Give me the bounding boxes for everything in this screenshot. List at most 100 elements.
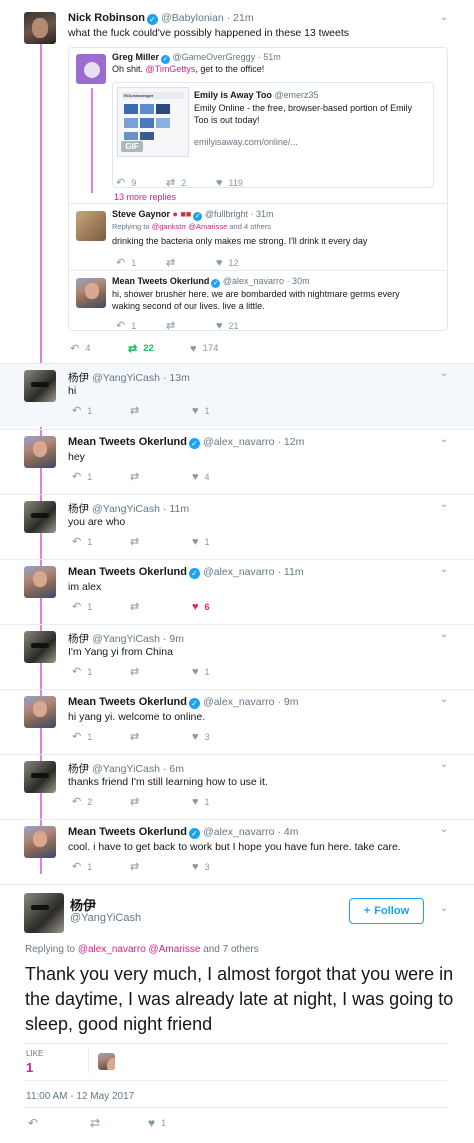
- author-name[interactable]: Mean Tweets Okerlund: [68, 826, 187, 838]
- inner-link[interactable]: emilyisaway.com/online/...: [194, 137, 298, 147]
- tweet-time[interactable]: · 9m: [163, 633, 184, 645]
- reply-button[interactable]: ↶ 1: [72, 470, 130, 483]
- author-name[interactable]: Greg Miller: [112, 52, 159, 62]
- author-handle[interactable]: @alex_navarro: [203, 696, 274, 708]
- like-button[interactable]: ♥ 1: [192, 666, 254, 678]
- tweet-time[interactable]: · 30m: [287, 276, 310, 286]
- author-name[interactable]: Steve Gaynor: [112, 209, 170, 219]
- like-button[interactable]: ♥ 119: [216, 177, 266, 189]
- tweet-time[interactable]: · 9m: [278, 696, 299, 708]
- author-name[interactable]: Mean Tweets Okerlund: [112, 276, 209, 286]
- reply-button[interactable]: ↶ 1: [116, 319, 166, 332]
- author-name[interactable]: Nick Robinson: [68, 12, 145, 24]
- thumbnail-image[interactable]: EOLmessenger GIF: [117, 87, 189, 157]
- author-handle[interactable]: @emerz35: [274, 90, 318, 100]
- retweet-button[interactable]: ⇄: [166, 256, 216, 269]
- like-button[interactable]: ♥ 1: [192, 796, 254, 808]
- reply-button[interactable]: ↶: [28, 1116, 90, 1130]
- mention-link[interactable]: @TimGettys: [146, 64, 196, 74]
- reply-button[interactable]: ↶ 1: [72, 860, 130, 873]
- avatar[interactable]: [24, 631, 56, 663]
- like-button[interactable]: ♥ 174: [190, 343, 252, 355]
- retweet-button[interactable]: ⇄: [130, 470, 192, 483]
- avatar[interactable]: [24, 501, 56, 533]
- tweet-time[interactable]: · 13m: [163, 372, 190, 384]
- mention-link[interactable]: @gankstrr @Amarisse: [152, 222, 228, 231]
- like-button[interactable]: ♥ 1: [192, 405, 254, 417]
- retweet-button[interactable]: ⇄ 22: [128, 342, 190, 355]
- author-handle[interactable]: @Babylonian: [161, 12, 224, 24]
- chevron-down-icon[interactable]: ⌄: [440, 824, 448, 835]
- retweet-button[interactable]: ⇄: [130, 795, 192, 808]
- avatar[interactable]: [24, 370, 56, 402]
- author-handle[interactable]: @YangYiCash: [92, 372, 160, 384]
- chevron-down-icon[interactable]: ⌄: [440, 759, 448, 770]
- author-name[interactable]: Mean Tweets Okerlund: [68, 566, 187, 578]
- like-button[interactable]: ♥ 1: [192, 536, 254, 548]
- tweet-time[interactable]: · 11m: [163, 503, 189, 515]
- retweet-button[interactable]: ⇄: [130, 535, 192, 548]
- reply-button[interactable]: ↶ 1: [72, 404, 130, 417]
- author-name[interactable]: Mean Tweets Okerlund: [68, 696, 187, 708]
- chevron-down-icon[interactable]: ⌄: [440, 903, 448, 914]
- like-button[interactable]: ♥ 4: [192, 471, 254, 483]
- chevron-down-icon[interactable]: ⌄: [440, 694, 448, 705]
- reply-button[interactable]: ↶ 1: [72, 730, 130, 743]
- mention-link[interactable]: @alex_navarro @Amarisse: [78, 944, 201, 955]
- chevron-down-icon[interactable]: ⌄: [440, 368, 448, 379]
- tweet-time[interactable]: · 31m: [251, 209, 274, 219]
- avatar[interactable]: [24, 696, 56, 728]
- retweet-button[interactable]: ⇄: [130, 860, 192, 873]
- retweet-button[interactable]: ⇄: [166, 319, 216, 332]
- likes-count[interactable]: 1: [26, 1060, 33, 1075]
- retweet-button[interactable]: ⇄: [130, 404, 192, 417]
- reply-button[interactable]: ↶ 2: [72, 795, 130, 808]
- reply-button[interactable]: ↶ 1: [72, 600, 130, 613]
- author-handle[interactable]: @YangYiCash: [92, 763, 160, 775]
- like-button[interactable]: ♥ 21: [216, 320, 266, 332]
- author-handle[interactable]: @alex_navarro: [203, 436, 274, 448]
- avatar[interactable]: [24, 12, 56, 44]
- reply-button[interactable]: ↶ 1: [116, 256, 166, 269]
- retweet-button[interactable]: ⇄ 2: [166, 176, 216, 189]
- tweet-time[interactable]: · 12m: [278, 436, 305, 448]
- author-name[interactable]: 杨伊: [68, 372, 89, 384]
- tweet-time[interactable]: · 4m: [278, 826, 299, 838]
- retweet-button[interactable]: ⇄: [130, 730, 192, 743]
- avatar[interactable]: [76, 211, 106, 241]
- chevron-down-icon[interactable]: ⌄: [440, 499, 448, 510]
- retweet-button[interactable]: ⇄: [90, 1116, 148, 1130]
- reply-button[interactable]: ↶ 4: [70, 342, 128, 355]
- tweet-time[interactable]: · 11m: [278, 566, 304, 578]
- author-handle[interactable]: @YangYiCash: [92, 503, 160, 515]
- author-name[interactable]: 杨伊: [68, 503, 89, 515]
- like-button[interactable]: ♥ 3: [192, 861, 254, 873]
- author-handle[interactable]: @fullbright: [205, 209, 248, 219]
- reply-button[interactable]: ↶ 1: [72, 535, 130, 548]
- avatar[interactable]: [24, 761, 56, 793]
- like-button[interactable]: ♥ 1: [148, 1116, 208, 1130]
- tweet-time[interactable]: · 51m: [258, 52, 281, 62]
- retweet-button[interactable]: ⇄: [130, 665, 192, 678]
- like-button[interactable]: ♥ 6: [192, 601, 254, 613]
- follow-button[interactable]: + Follow: [349, 898, 424, 924]
- avatar[interactable]: [76, 278, 106, 308]
- chevron-down-icon[interactable]: ⌄: [440, 434, 448, 445]
- tweet-time[interactable]: · 6m: [163, 763, 184, 775]
- avatar[interactable]: [76, 54, 106, 84]
- chevron-down-icon[interactable]: ⌄: [440, 564, 448, 575]
- author-handle[interactable]: @YangYiCash: [92, 633, 160, 645]
- author-name[interactable]: Emily is Away Too: [194, 90, 272, 100]
- author-handle[interactable]: @alex_navarro: [223, 276, 284, 286]
- avatar[interactable]: [24, 893, 64, 933]
- avatar[interactable]: [24, 436, 56, 468]
- author-handle[interactable]: @alex_navarro: [203, 826, 274, 838]
- like-button[interactable]: ♥ 12: [216, 257, 266, 269]
- retweet-button[interactable]: ⇄: [130, 600, 192, 613]
- reply-button[interactable]: ↶ 9: [116, 176, 166, 189]
- author-handle[interactable]: @alex_navarro: [203, 566, 274, 578]
- liker-avatar[interactable]: [98, 1053, 115, 1070]
- author-name[interactable]: Mean Tweets Okerlund: [68, 436, 187, 448]
- tweet-time[interactable]: · 21m: [227, 12, 254, 24]
- more-replies-link[interactable]: 13 more replies: [114, 192, 176, 202]
